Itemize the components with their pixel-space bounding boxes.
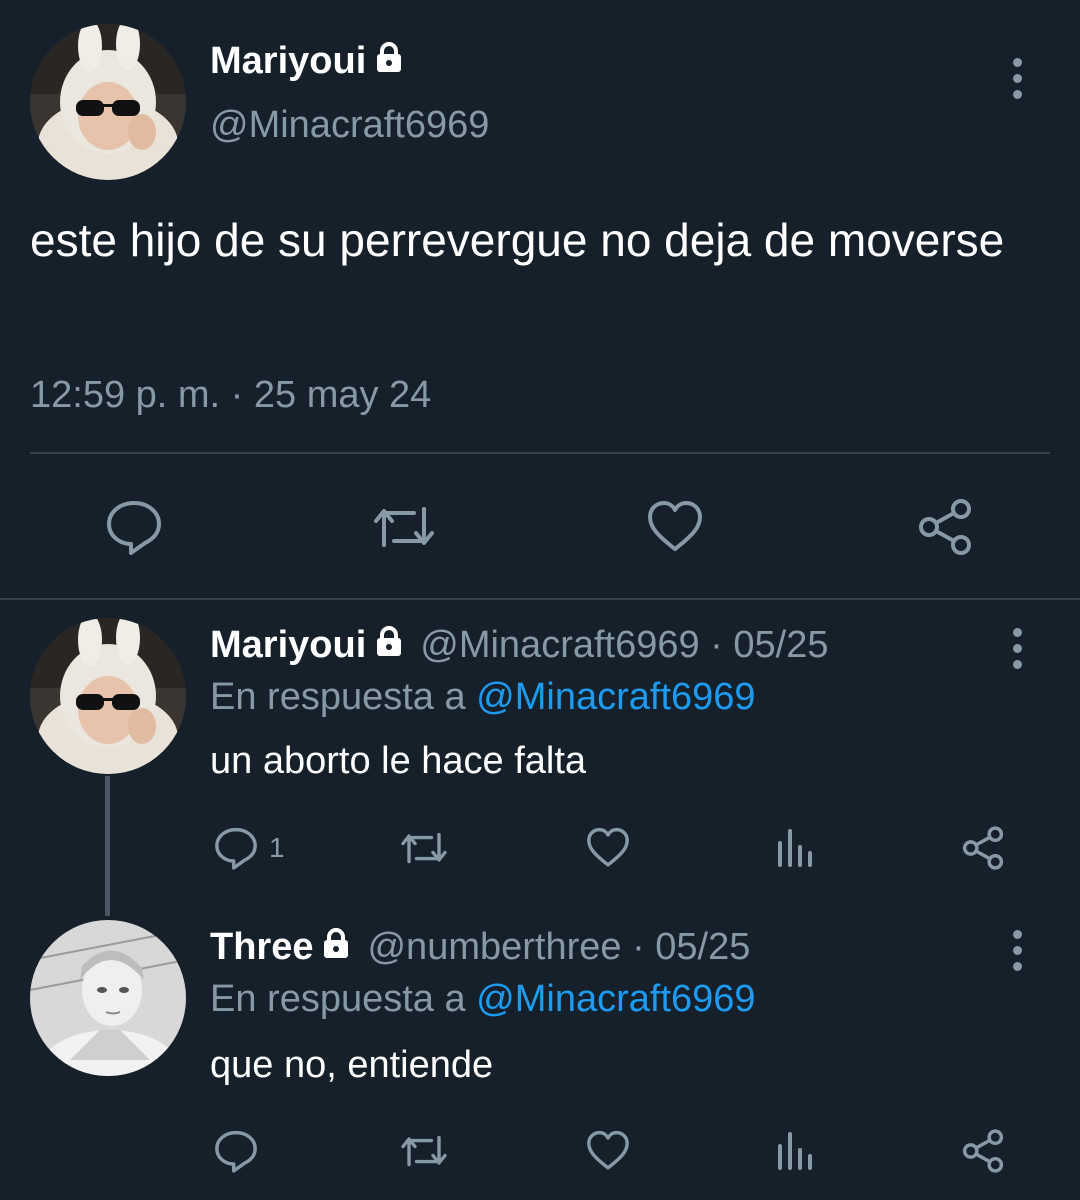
like-icon[interactable] xyxy=(585,825,631,871)
reply-icon[interactable] xyxy=(213,1128,259,1174)
reply-count: 1 xyxy=(269,832,285,863)
display-name[interactable]: Mariyoui xyxy=(210,624,404,667)
more-options-icon[interactable] xyxy=(1007,930,1027,971)
avatar-three[interactable] xyxy=(30,920,186,1076)
reply-header: Three @numberthree · 05/25 xyxy=(210,926,750,969)
mention-link[interactable]: @Minacraft6969 xyxy=(476,676,755,718)
handle-date[interactable]: @numberthree · 05/25 xyxy=(367,926,750,969)
avatar-mariyoui[interactable] xyxy=(30,618,186,774)
retweet-icon[interactable] xyxy=(368,497,440,557)
lock-icon xyxy=(321,926,351,969)
handle[interactable]: @Minacraft6969 xyxy=(210,104,489,147)
display-name-text[interactable]: Mariyoui xyxy=(210,40,366,83)
divider xyxy=(30,452,1050,454)
tweet-text: este hijo de su perrevergue no deja de m… xyxy=(30,214,1005,266)
reply-header: Mariyoui @Minacraft6969 · 05/25 xyxy=(210,624,829,667)
reply-icon[interactable]: 1 xyxy=(213,825,285,871)
display-name-text[interactable]: Three xyxy=(210,926,313,969)
lock-icon xyxy=(374,40,404,83)
display-name[interactable]: Mariyoui xyxy=(210,40,404,83)
views-icon[interactable] xyxy=(776,1128,816,1174)
views-icon[interactable] xyxy=(776,825,816,871)
retweet-icon[interactable] xyxy=(397,1128,451,1174)
handle-date[interactable]: @Minacraft6969 · 05/25 xyxy=(420,624,828,667)
reply-context: En respuesta a @Minacraft6969 xyxy=(210,978,756,1021)
reply-prefix: En respuesta a xyxy=(210,978,466,1020)
reply-text: un aborto le hace falta xyxy=(210,740,587,782)
thread-line xyxy=(105,776,110,916)
mention-link[interactable]: @Minacraft6969 xyxy=(476,978,755,1020)
display-name[interactable]: Three xyxy=(210,926,351,969)
more-options-icon[interactable] xyxy=(1007,628,1027,669)
section-divider xyxy=(0,598,1080,600)
avatar-mariyoui[interactable] xyxy=(30,24,186,180)
more-options-icon[interactable] xyxy=(1007,58,1027,99)
reply-text: que no, entiende xyxy=(210,1044,494,1086)
like-icon[interactable] xyxy=(585,1128,631,1174)
display-name-text[interactable]: Mariyoui xyxy=(210,624,366,667)
lock-icon xyxy=(374,624,404,667)
reply-icon[interactable] xyxy=(104,497,164,557)
reply-prefix: En respuesta a xyxy=(210,676,466,718)
share-icon[interactable] xyxy=(960,825,1006,871)
retweet-icon[interactable] xyxy=(397,825,451,871)
share-icon[interactable] xyxy=(915,497,975,557)
share-icon[interactable] xyxy=(960,1128,1006,1174)
tweet-timestamp: 12:59 p. m. · 25 may 24 xyxy=(30,374,432,416)
like-icon[interactable] xyxy=(645,497,705,557)
reply-context: En respuesta a @Minacraft6969 xyxy=(210,676,756,719)
